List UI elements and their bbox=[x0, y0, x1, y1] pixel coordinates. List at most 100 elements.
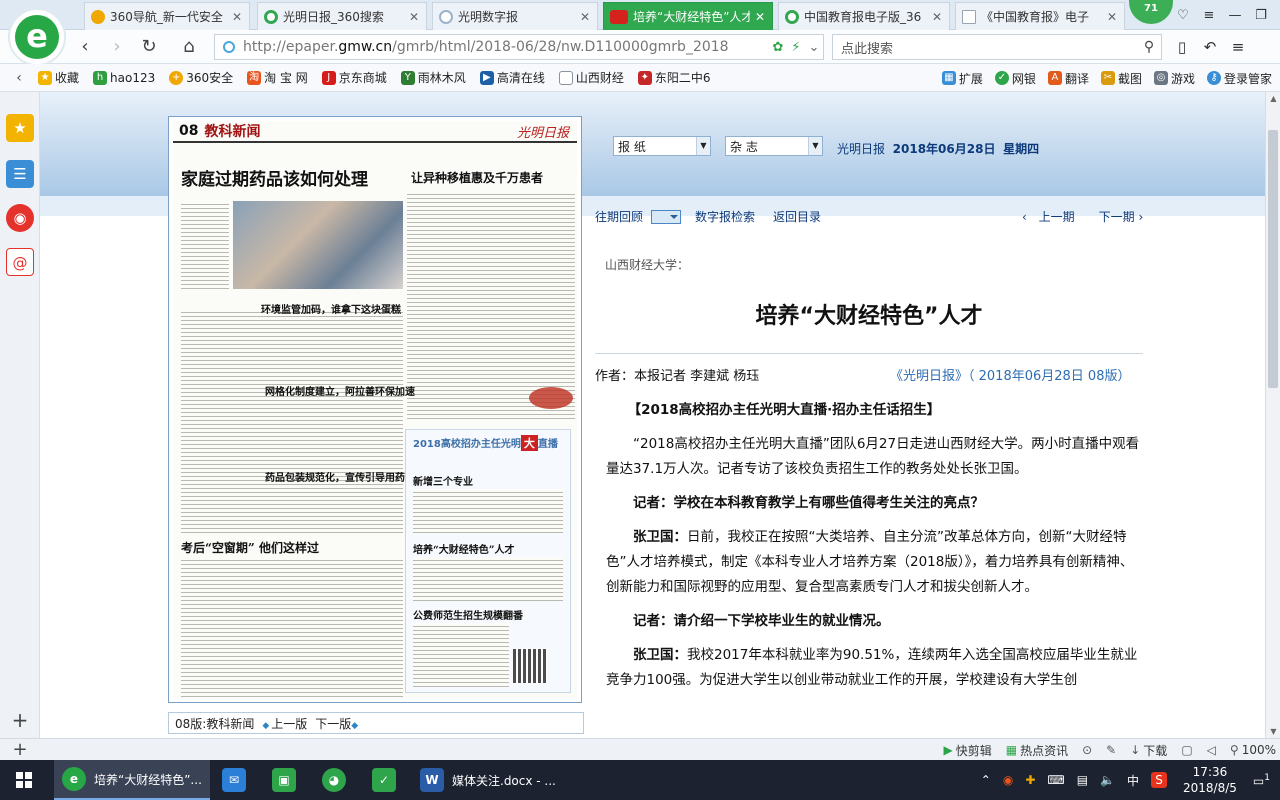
notification-badge[interactable]: 71 bbox=[1129, 0, 1173, 24]
article-source-link[interactable]: 《光明日报》（ 2018年06月28日 08版） bbox=[890, 365, 1130, 384]
bookmark-hao123[interactable]: h hao123 bbox=[93, 70, 155, 85]
past-issues-link[interactable]: 往期回顾 bbox=[595, 208, 643, 225]
taskbar-word[interactable]: W 媒体关注.docx - ... bbox=[412, 760, 562, 800]
menu-icon[interactable]: ≡ bbox=[1196, 8, 1222, 23]
favorites-star-icon[interactable]: ★ bbox=[6, 114, 34, 142]
close-icon[interactable]: ✕ bbox=[754, 10, 766, 24]
paper-title-2[interactable]: 让异种移植惠及千万患者 bbox=[411, 169, 543, 186]
list-icon[interactable]: ☰ bbox=[6, 160, 34, 188]
close-window-icon[interactable]: ✕ bbox=[1274, 8, 1280, 23]
back-icon[interactable]: ‹ bbox=[72, 34, 98, 60]
sogou-icon[interactable]: S bbox=[1151, 772, 1168, 788]
box-subhead[interactable]: 新增三个专业 bbox=[413, 473, 473, 488]
weibo-icon[interactable]: ◉ bbox=[6, 204, 34, 232]
tab-article[interactable]: 培养“大财经特色”人才 ✕ bbox=[603, 2, 773, 30]
undo-icon[interactable]: ↶ bbox=[1196, 34, 1224, 60]
lightning-icon[interactable]: ⚡ bbox=[787, 40, 805, 55]
bookmark-taobao[interactable]: 淘淘 宝 网 bbox=[247, 69, 308, 86]
tab-edu-news[interactable]: 《中国教育报》电子 ✕ bbox=[955, 2, 1125, 30]
refresh-icon[interactable]: ↻ bbox=[136, 34, 162, 60]
close-icon[interactable]: ✕ bbox=[579, 10, 591, 24]
browser-logo[interactable]: e bbox=[8, 8, 66, 66]
vertical-scrollbar[interactable]: ▲ ▼ bbox=[1265, 92, 1280, 738]
add-icon[interactable]: + bbox=[0, 739, 40, 760]
tool-extensions[interactable]: ▦ 扩展 bbox=[941, 70, 983, 87]
paper-main-title[interactable]: 家庭过期药品该如何处理 bbox=[181, 165, 368, 190]
box-subhead[interactable]: 培养“大财经特色”人才 bbox=[413, 541, 515, 556]
bookmark-sxufe[interactable]: 山西财经 bbox=[558, 69, 624, 86]
paper-select[interactable]: 报 纸 ▼ bbox=[613, 136, 711, 156]
calendar-icon[interactable] bbox=[651, 209, 682, 224]
hot-news-button[interactable]: ▦ 热点资讯 bbox=[1006, 742, 1068, 759]
paper-title-3[interactable]: 考后“空窗期” 他们这样过 bbox=[181, 539, 319, 556]
taskbar-app[interactable]: ✓ bbox=[364, 760, 408, 800]
chevron-up-icon[interactable]: ⌃ bbox=[981, 773, 991, 787]
window-icon[interactable]: ▢ bbox=[1181, 743, 1192, 757]
more-icon[interactable]: ≡ bbox=[1224, 34, 1252, 60]
clock[interactable]: 17:36 2018/8/5 bbox=[1183, 764, 1237, 796]
newspaper-page-image[interactable]: 08 教科新闻 光明日报 家庭过期药品该如何处理 让异种移植惠及千万患者 环境监… bbox=[168, 116, 582, 703]
close-icon[interactable]: ✕ bbox=[408, 10, 420, 24]
tray-app-icon[interactable]: ◉ bbox=[1003, 773, 1013, 787]
search-input[interactable]: 点此搜索 ⚲ bbox=[832, 34, 1162, 60]
download-button[interactable]: ↓ 下载 bbox=[1130, 742, 1167, 759]
scroll-down-icon[interactable]: ▼ bbox=[1266, 727, 1280, 736]
scroll-up-icon[interactable]: ▲ bbox=[1266, 94, 1280, 103]
search-paper-link[interactable]: 数字报检索 bbox=[695, 208, 755, 225]
bookmark-hd[interactable]: ▶ 高清在线 bbox=[479, 69, 545, 86]
prev-issue-link[interactable]: ‹ 上一期 bbox=[1022, 208, 1075, 225]
scroll-thumb[interactable] bbox=[1268, 130, 1278, 388]
back-to-toc-link[interactable]: 返回目录 bbox=[773, 208, 821, 225]
shield-icon[interactable]: ✿ bbox=[769, 40, 787, 55]
bookmark-ylmf[interactable]: Y 雨林木风 bbox=[400, 69, 466, 86]
paper-subhead[interactable]: 药品包装规范化，宣传引导用药 bbox=[265, 469, 405, 484]
bookmark-favorites[interactable]: ★ 收藏 bbox=[38, 69, 79, 86]
ime-indicator[interactable]: 中 bbox=[1127, 772, 1139, 789]
bookmark-dongyang[interactable]: ✦ 东阳二中6 bbox=[637, 69, 710, 86]
home-icon[interactable]: ⌂ bbox=[176, 34, 202, 60]
tab-edu-paper[interactable]: 中国教育报电子版_36 ✕ bbox=[778, 2, 950, 30]
next-issue-link[interactable]: 下一期 › bbox=[1091, 208, 1144, 225]
phone-icon[interactable]: ▯ bbox=[1168, 34, 1196, 60]
volume-icon[interactable]: 🔈 bbox=[1100, 773, 1115, 787]
tab-gmw-search[interactable]: 光明日报_360搜索 ✕ bbox=[257, 2, 427, 30]
add-icon[interactable]: + bbox=[6, 706, 34, 734]
paper-subhead[interactable]: 环境监管加码，谁拿下这块蛋糕 bbox=[261, 301, 401, 316]
email-icon[interactable]: @ bbox=[6, 248, 34, 276]
tool-login[interactable]: ⚷ 登录管家 bbox=[1206, 70, 1272, 87]
next-edition-link[interactable]: 下一版◆ bbox=[315, 715, 360, 732]
chevron-down-icon[interactable]: ⌄ bbox=[805, 40, 823, 55]
taskbar-browser[interactable]: e 培养“大财经特色”... bbox=[54, 760, 210, 800]
sound-icon[interactable]: ◁ bbox=[1207, 743, 1216, 757]
close-icon[interactable]: ✕ bbox=[931, 10, 943, 24]
tab-digital-paper[interactable]: 光明数字报 ✕ bbox=[432, 2, 598, 30]
zoom-control[interactable]: ⚲ 100% bbox=[1230, 743, 1276, 757]
skin-icon[interactable]: ♡ bbox=[1170, 8, 1196, 23]
address-bar[interactable]: http://epaper.gmw.cn/gmrb/html/2018-06/2… bbox=[214, 34, 824, 60]
collapse-icon[interactable]: ‹ bbox=[0, 70, 38, 86]
paper-subhead[interactable]: 网格化制度建立，阿拉善环保加速 bbox=[265, 383, 415, 398]
tab-360-nav[interactable]: 360导航_新一代安全 ✕ bbox=[84, 2, 250, 30]
tray-keyboard-icon[interactable]: ⌨ bbox=[1047, 773, 1064, 787]
taskbar-app[interactable]: ▣ bbox=[264, 760, 308, 800]
close-icon[interactable]: ✕ bbox=[1106, 10, 1118, 24]
start-button[interactable] bbox=[0, 760, 48, 800]
bookmark-jd[interactable]: J 京东商城 bbox=[321, 69, 387, 86]
minimize-icon[interactable]: — bbox=[1222, 8, 1248, 23]
close-icon[interactable]: ✕ bbox=[231, 10, 243, 24]
speed-icon[interactable]: ⊙ bbox=[1082, 743, 1092, 757]
magazine-select[interactable]: 杂 志 ▼ bbox=[725, 136, 823, 156]
tray-360-icon[interactable]: ✚ bbox=[1025, 773, 1035, 787]
search-icon[interactable]: ⚲ bbox=[1137, 39, 1161, 55]
box-subhead[interactable]: 公费师范生招生规模翻番 bbox=[413, 607, 523, 622]
prev-edition-link[interactable]: ◆ 上一版 bbox=[262, 715, 307, 732]
restore-icon[interactable]: ❐ bbox=[1248, 8, 1274, 23]
taskbar-app[interactable]: ◕ bbox=[314, 760, 358, 800]
tool-screenshot[interactable]: ✂ 截图 bbox=[1100, 70, 1142, 87]
network-icon[interactable]: ▤ bbox=[1077, 773, 1088, 787]
forward-icon[interactable]: › bbox=[104, 34, 130, 60]
notification-center[interactable]: ▭1 bbox=[1253, 773, 1270, 788]
tool-bank[interactable]: ✓ 网银 bbox=[994, 70, 1036, 87]
tool-translate[interactable]: A 翻译 bbox=[1047, 70, 1089, 87]
quick-edit-button[interactable]: ▶ 快剪辑 bbox=[944, 742, 992, 759]
